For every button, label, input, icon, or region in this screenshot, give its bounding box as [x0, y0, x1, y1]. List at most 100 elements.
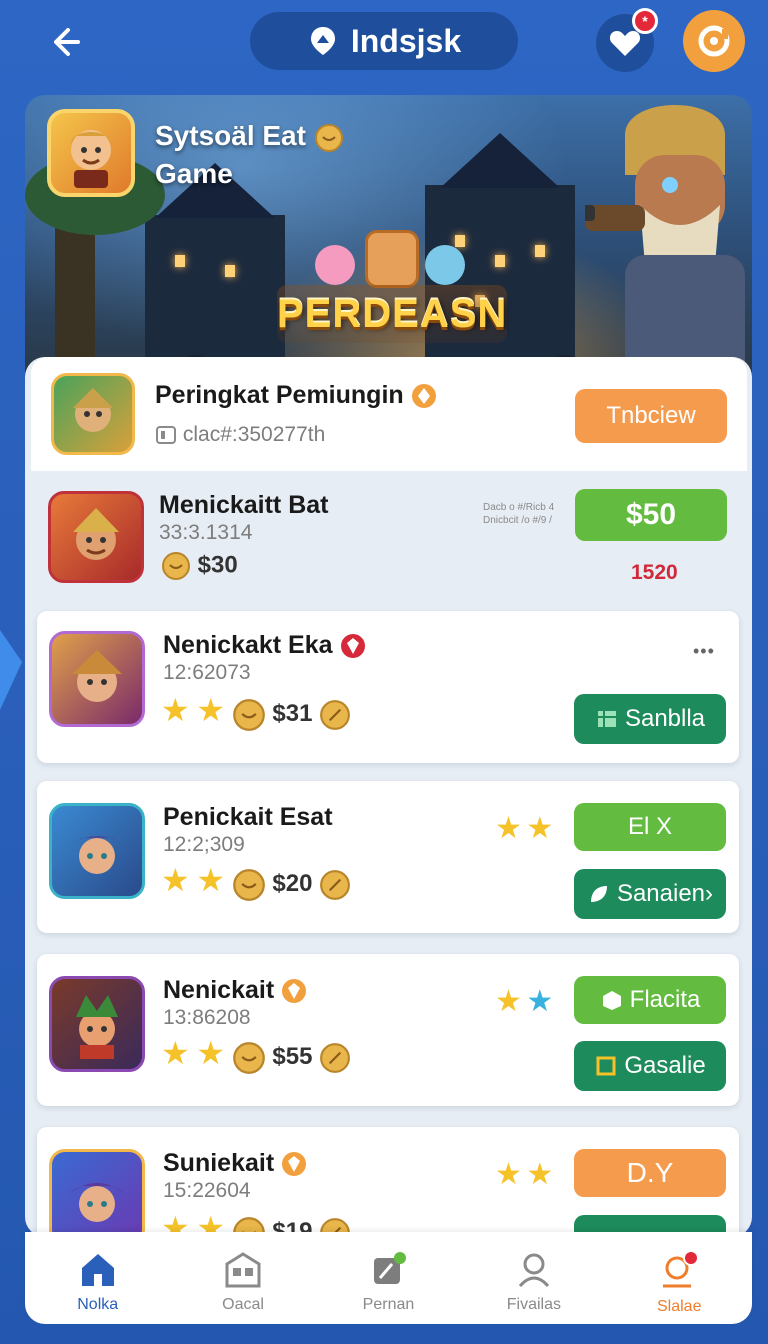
item-price: $31	[272, 700, 313, 727]
profile-button[interactable]	[683, 10, 745, 72]
star-icon: ★	[495, 812, 522, 845]
review-button[interactable]: Tnbciew	[575, 389, 727, 443]
star-icon: ★	[526, 985, 554, 1018]
coin-icon	[232, 1041, 265, 1074]
document-icon	[374, 1252, 407, 1284]
item-avatar	[49, 976, 145, 1072]
notification-badge: *	[632, 8, 658, 34]
title-pill[interactable]: Indsjsk	[250, 12, 518, 70]
item-action-label: Sanaien›	[616, 880, 714, 907]
rank-row[interactable]: Menickaitt Bat 33:3.1314 $30 Dacb o #/Ri…	[25, 471, 752, 611]
rank-price-text: $30	[197, 551, 238, 579]
star-icon: ★	[161, 692, 190, 728]
nav-item-home[interactable]: Nolka	[28, 1232, 168, 1324]
coin-icon	[314, 123, 343, 152]
cube-icon	[597, 711, 616, 727]
list-item[interactable]: Nenickait 13:86208 ★ ★ $55 ★ ★ Flacita G…	[37, 954, 739, 1106]
star-icon: ★	[196, 1035, 226, 1071]
id-card-icon	[156, 426, 176, 445]
nav-item-buildings[interactable]: Oacal	[173, 1232, 313, 1324]
favorites-button[interactable]: *	[596, 8, 658, 72]
item-name: Suniekait	[163, 1149, 307, 1178]
square-icon	[596, 1056, 616, 1076]
top-bar: Indsjsk *	[0, 0, 768, 90]
featured-name: Peringkat Pemiungin	[155, 381, 437, 410]
item-name-text: Nenickakt Eka	[163, 631, 333, 659]
item-code: 15:22604	[163, 1179, 251, 1202]
pink-mascot	[315, 245, 355, 285]
arrow-left-icon	[54, 28, 80, 56]
item-action-button[interactable]: Sanblla	[574, 694, 726, 744]
item-name-text: Nenickait	[163, 976, 275, 1004]
featured-name-text: Peringkat Pemiungin	[155, 381, 404, 409]
featured-avatar	[51, 373, 135, 455]
featured-id-text: clac#:350277th	[182, 423, 326, 446]
coin-icon	[320, 699, 351, 730]
shield-badge-icon	[282, 1152, 307, 1177]
hero-title-line1: Sytsoäl Eat	[155, 120, 306, 151]
rating-stars: ★ ★	[495, 984, 553, 1019]
coin-icon	[320, 869, 351, 900]
item-code: 12:2;309	[163, 833, 245, 856]
item-rating-price: ★ ★ $31	[161, 691, 351, 732]
window-light	[175, 255, 185, 267]
coin-icon	[232, 698, 265, 731]
item-action-label: Gasalie	[624, 1052, 706, 1079]
item-name: Nenickakt Eka	[163, 631, 366, 660]
shield-badge-icon	[340, 634, 365, 659]
game-avatar-icon	[47, 109, 135, 197]
more-menu-icon[interactable]: •••	[693, 641, 715, 662]
game-logo: PERDEASN	[277, 285, 507, 343]
app-title: Indsjsk	[350, 22, 462, 59]
leaf-icon	[590, 886, 607, 902]
rank-code: 33:3.1314	[159, 521, 253, 544]
hero-mascot	[365, 230, 419, 288]
list-item[interactable]: Nenickakt Eka 12:62073 ★ ★ $31 ••• Sanbl…	[37, 611, 739, 763]
list-item[interactable]: Suniekait 15:22604 ★ ★ $19 ★ ★ D.Y	[37, 1127, 739, 1237]
featured-id: clac#:350277th	[155, 423, 325, 447]
star-icon: ★	[526, 1158, 554, 1191]
item-code: 13:86208	[163, 1006, 251, 1029]
item-price: $20	[272, 870, 313, 897]
building-icon	[225, 1252, 261, 1288]
shield-badge-icon	[411, 384, 436, 409]
item-top-button[interactable]: Flacita	[574, 976, 726, 1024]
window-light	[535, 245, 545, 257]
nav-label: Slalae	[657, 1298, 702, 1315]
nav-label: Pernan	[362, 1296, 415, 1313]
map-pin-icon	[310, 27, 335, 55]
back-button[interactable]	[40, 18, 88, 66]
star-icon: ★	[196, 692, 226, 728]
item-name: Penickait Esat	[163, 803, 333, 831]
rating-stars: ★ ★	[495, 811, 553, 846]
blue-mascot	[425, 245, 465, 285]
nav-item-notifications[interactable]: Slalae	[609, 1232, 749, 1324]
list-item[interactable]: Penickait Esat 12:2;309 ★ ★ $20 ★ ★ El X…	[37, 781, 739, 933]
window-light	[225, 265, 235, 277]
star-icon: ★	[526, 812, 554, 845]
shield-badge-icon	[282, 979, 307, 1004]
rank-avatar	[48, 491, 144, 583]
item-action-button[interactable]: Gasalie	[574, 1041, 726, 1091]
hero-title: Sytsoäl Eat Game	[155, 117, 344, 193]
price-button[interactable]: $50	[575, 489, 727, 541]
notification-icon	[663, 1250, 700, 1288]
item-rating-price: ★ ★ $55	[161, 1034, 351, 1075]
item-action-button[interactable]: Sanaien›	[574, 869, 726, 919]
item-avatar	[49, 803, 145, 899]
star-icon: ★	[161, 1035, 190, 1071]
nav-label: Nolka	[77, 1296, 119, 1313]
item-name: Nenickait	[163, 976, 307, 1005]
item-top-button[interactable]: D.Y	[574, 1149, 726, 1197]
featured-row[interactable]: Peringkat Pemiungin clac#:350277th Tnbci…	[31, 357, 747, 471]
star-icon: ★	[495, 985, 522, 1018]
nav-item-profile[interactable]: Fivailas	[464, 1232, 604, 1324]
nav-item-documents[interactable]: Pernan	[318, 1232, 458, 1324]
rank-name: Menickaitt Bat	[159, 491, 329, 519]
dwarf-character	[585, 105, 745, 395]
item-name-text: Suniekait	[163, 1149, 275, 1177]
box-icon	[602, 991, 621, 1010]
rank-price: $30	[161, 551, 238, 581]
item-top-button[interactable]: El X	[574, 803, 726, 851]
rank-note: Dacb o #/Ricb 4 Dnicbcit /o #/9 /	[483, 501, 554, 527]
